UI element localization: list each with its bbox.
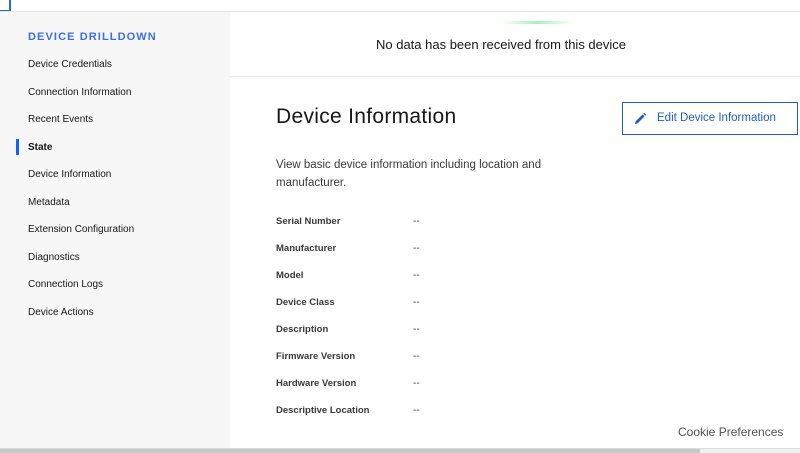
sidebar: DEVICE DRILLDOWN Device Credentials Conn… xyxy=(0,12,230,448)
sidebar-item-label: State xyxy=(28,141,53,153)
sidebar-item-recent-events[interactable]: Recent Events xyxy=(0,111,230,139)
sidebar-item-diagnostics[interactable]: Diagnostics xyxy=(0,249,230,277)
no-data-notice: No data has been received from this devi… xyxy=(230,12,800,77)
sidebar-item-label: Diagnostics xyxy=(28,251,80,263)
info-value: -- xyxy=(413,324,420,335)
pencil-icon xyxy=(633,112,647,126)
edit-button-label: Edit Device Information xyxy=(657,112,776,124)
info-row-manufacturer: Manufacturer -- xyxy=(276,243,576,270)
info-label: Description xyxy=(276,324,329,335)
scrollbar-thumb[interactable] xyxy=(0,449,700,453)
info-label: Device Class xyxy=(276,297,335,308)
info-value: -- xyxy=(413,243,420,254)
sidebar-item-device-information[interactable]: Device Information xyxy=(0,166,230,194)
page-title: Device Information xyxy=(276,105,457,128)
notice-text: No data has been received from this devi… xyxy=(375,37,627,52)
sidebar-item-label: Device Actions xyxy=(28,306,94,318)
sidebar-item-label: Connection Logs xyxy=(28,279,104,290)
sidebar-item-connection-information[interactable]: Connection Information xyxy=(0,84,230,112)
edit-device-information-button[interactable]: Edit Device Information xyxy=(622,102,798,135)
info-row-serial-number: Serial Number -- xyxy=(276,216,576,243)
info-label: Manufacturer xyxy=(276,243,337,254)
info-row-device-class: Device Class -- xyxy=(276,297,576,324)
info-label: Model xyxy=(276,270,304,281)
main-content: No data has been received from this devi… xyxy=(230,12,800,448)
sidebar-item-label: Metadata xyxy=(28,196,70,208)
sidebar-item-state[interactable]: State xyxy=(0,138,230,167)
info-value: -- xyxy=(413,405,420,416)
sidebar-item-device-credentials[interactable]: Device Credentials xyxy=(0,56,230,84)
sidebar-title: DEVICE DRILLDOWN xyxy=(28,31,157,43)
info-value: -- xyxy=(413,216,420,227)
sidebar-item-connection-logs[interactable]: Connection Logs xyxy=(0,276,230,304)
notice-indicator-bar xyxy=(500,21,574,24)
cookie-preferences-link[interactable]: Cookie Preferences xyxy=(678,425,783,439)
info-label: Hardware Version xyxy=(276,378,357,389)
info-value: -- xyxy=(413,270,420,281)
info-value: -- xyxy=(413,351,420,362)
sidebar-item-label: Device Information xyxy=(28,169,112,180)
info-row-firmware-version: Firmware Version -- xyxy=(276,351,576,378)
horizontal-scrollbar[interactable] xyxy=(0,448,800,453)
sidebar-item-extension-configuration[interactable]: Extension Configuration xyxy=(0,221,230,249)
sidebar-item-label: Connection Information xyxy=(28,86,132,98)
info-label: Serial Number xyxy=(276,216,341,227)
info-value: -- xyxy=(413,297,420,308)
info-label: Descriptive Location xyxy=(276,405,370,416)
info-row-model: Model -- xyxy=(276,270,576,297)
sidebar-nav: Device Credentials Connection Informatio… xyxy=(0,56,230,331)
sidebar-item-label: Device Credentials xyxy=(28,59,112,70)
sidebar-item-metadata[interactable]: Metadata xyxy=(0,194,230,222)
info-row-descriptive-location: Descriptive Location -- xyxy=(276,405,576,432)
info-row-hardware-version: Hardware Version -- xyxy=(276,378,576,405)
sidebar-item-device-actions[interactable]: Device Actions xyxy=(0,304,230,332)
info-value: -- xyxy=(413,378,420,389)
sidebar-item-label: Extension Configuration xyxy=(28,224,135,235)
sidebar-item-label: Recent Events xyxy=(28,114,94,125)
page-description: View basic device information including … xyxy=(276,159,542,189)
device-info-list: Serial Number -- Manufacturer -- Model -… xyxy=(276,216,576,432)
info-row-description: Description -- xyxy=(276,324,576,351)
info-label: Firmware Version xyxy=(276,351,356,362)
